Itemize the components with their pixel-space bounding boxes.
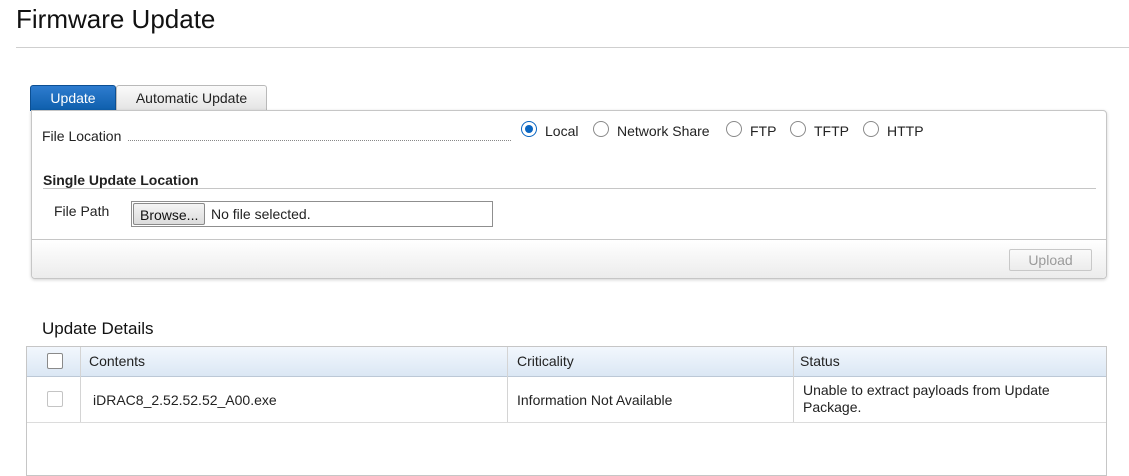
column-header-contents[interactable]: Contents [89, 347, 145, 376]
update-details-title: Update Details [42, 319, 154, 338]
tab-automatic-update[interactable]: Automatic Update [116, 85, 267, 111]
tab-update[interactable]: Update [30, 85, 116, 111]
dotted-leader [128, 140, 511, 141]
table-row[interactable]: iDRAC8_2.52.52.52_A00.exe Information No… [27, 377, 1106, 423]
update-panel: File Location Local Network Share FTP TF… [31, 110, 1107, 279]
file-location-label: File Location [42, 128, 124, 144]
file-path-input[interactable]: Browse... No file selected. [131, 201, 493, 227]
row-status: Unable to extract payloads from Update P… [803, 382, 1050, 415]
file-status-text: No file selected. [211, 206, 311, 222]
panel-footer: Upload [32, 239, 1106, 278]
radio-label-network-share: Network Share [617, 123, 710, 139]
column-header-criticality[interactable]: Criticality [517, 347, 574, 376]
browse-button[interactable]: Browse... [133, 203, 205, 225]
row-contents: iDRAC8_2.52.52.52_A00.exe [93, 392, 277, 408]
upload-button[interactable]: Upload [1009, 249, 1092, 271]
section-divider [43, 188, 1096, 189]
row-checkbox[interactable] [47, 391, 63, 407]
radio-option-http[interactable]: HTTP [863, 121, 933, 141]
radio-local[interactable] [521, 121, 537, 137]
radio-ftp[interactable] [726, 121, 742, 137]
update-details-table: Contents Criticality Status iDRAC8_2.52.… [26, 346, 1107, 476]
table-header: Contents Criticality Status [27, 347, 1106, 377]
radio-label-local: Local [545, 123, 579, 139]
radio-label-ftp: FTP [750, 123, 777, 139]
radio-network-share[interactable] [593, 121, 609, 137]
title-divider [16, 47, 1129, 48]
column-header-status[interactable]: Status [800, 347, 840, 376]
single-update-location-heading: Single Update Location [43, 172, 199, 188]
file-path-label: File Path [54, 203, 110, 219]
radio-tftp[interactable] [790, 121, 806, 137]
radio-option-ftp[interactable]: FTP [726, 121, 786, 141]
radio-option-tftp[interactable]: TFTP [790, 121, 860, 141]
radio-http[interactable] [863, 121, 879, 137]
radio-label-http: HTTP [887, 123, 924, 139]
page-title: Firmware Update [16, 4, 216, 34]
radio-label-tftp: TFTP [814, 123, 849, 139]
radio-option-network-share[interactable]: Network Share [593, 121, 723, 141]
row-criticality: Information Not Available [517, 392, 673, 408]
radio-option-local[interactable]: Local [521, 121, 591, 141]
select-all-checkbox[interactable] [47, 353, 63, 369]
